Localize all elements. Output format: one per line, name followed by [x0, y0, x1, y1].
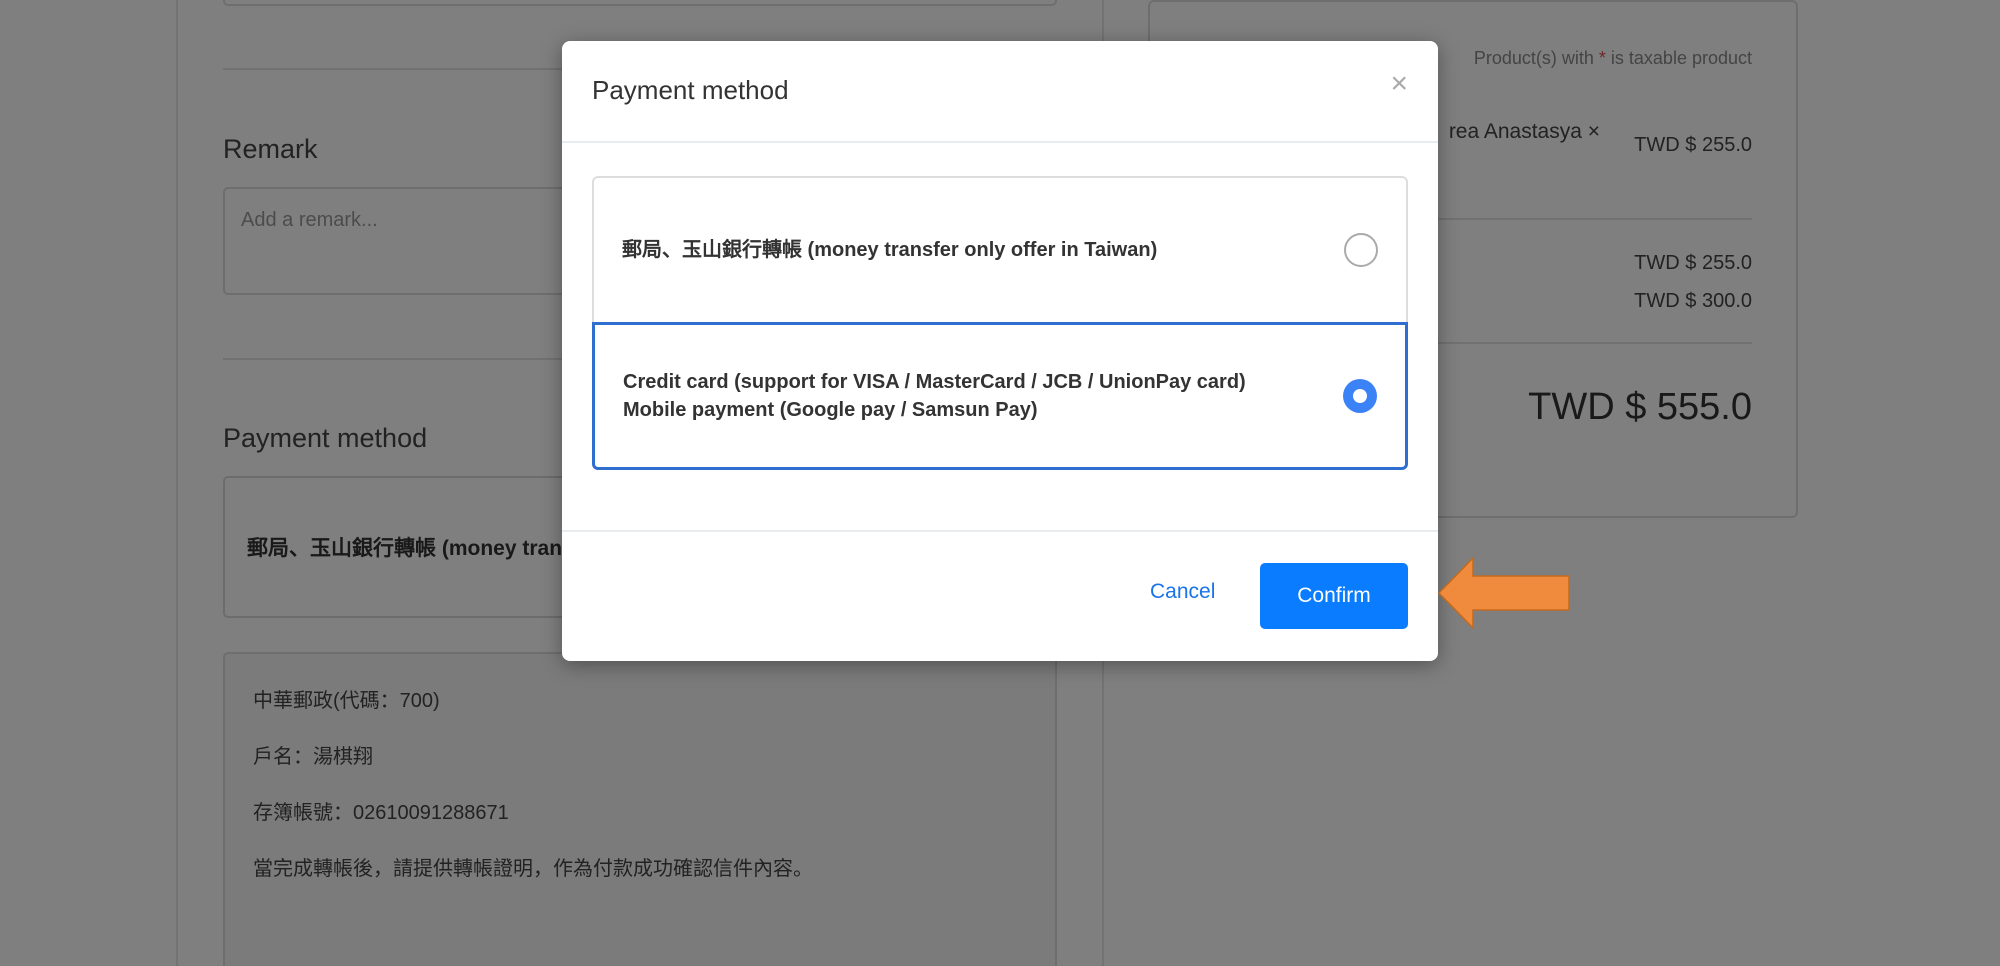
- modal-header: Payment method ×: [562, 41, 1438, 143]
- cancel-button[interactable]: Cancel: [1150, 580, 1215, 604]
- payment-option-label: Credit card (support for VISA / MasterCa…: [623, 371, 1246, 421]
- confirm-button[interactable]: Confirm: [1260, 563, 1408, 629]
- payment-option-bank-transfer[interactable]: 郵局、玉山銀行轉帳 (money transfer only offer in …: [592, 176, 1408, 322]
- modal-footer: Cancel Confirm: [562, 530, 1438, 661]
- payment-option-credit-card[interactable]: Credit card (support for VISA / MasterCa…: [592, 322, 1408, 470]
- modal-title: Payment method: [592, 75, 789, 105]
- payment-option-label: 郵局、玉山銀行轉帳 (money transfer only offer in …: [622, 239, 1158, 261]
- radio-unchecked-icon[interactable]: [1344, 233, 1378, 267]
- left-arrow-icon: [1437, 556, 1570, 630]
- radio-checked-icon[interactable]: [1343, 379, 1377, 413]
- payment-method-modal: Payment method × 郵局、玉山銀行轉帳 (money transf…: [562, 41, 1438, 661]
- close-icon[interactable]: ×: [1390, 69, 1408, 99]
